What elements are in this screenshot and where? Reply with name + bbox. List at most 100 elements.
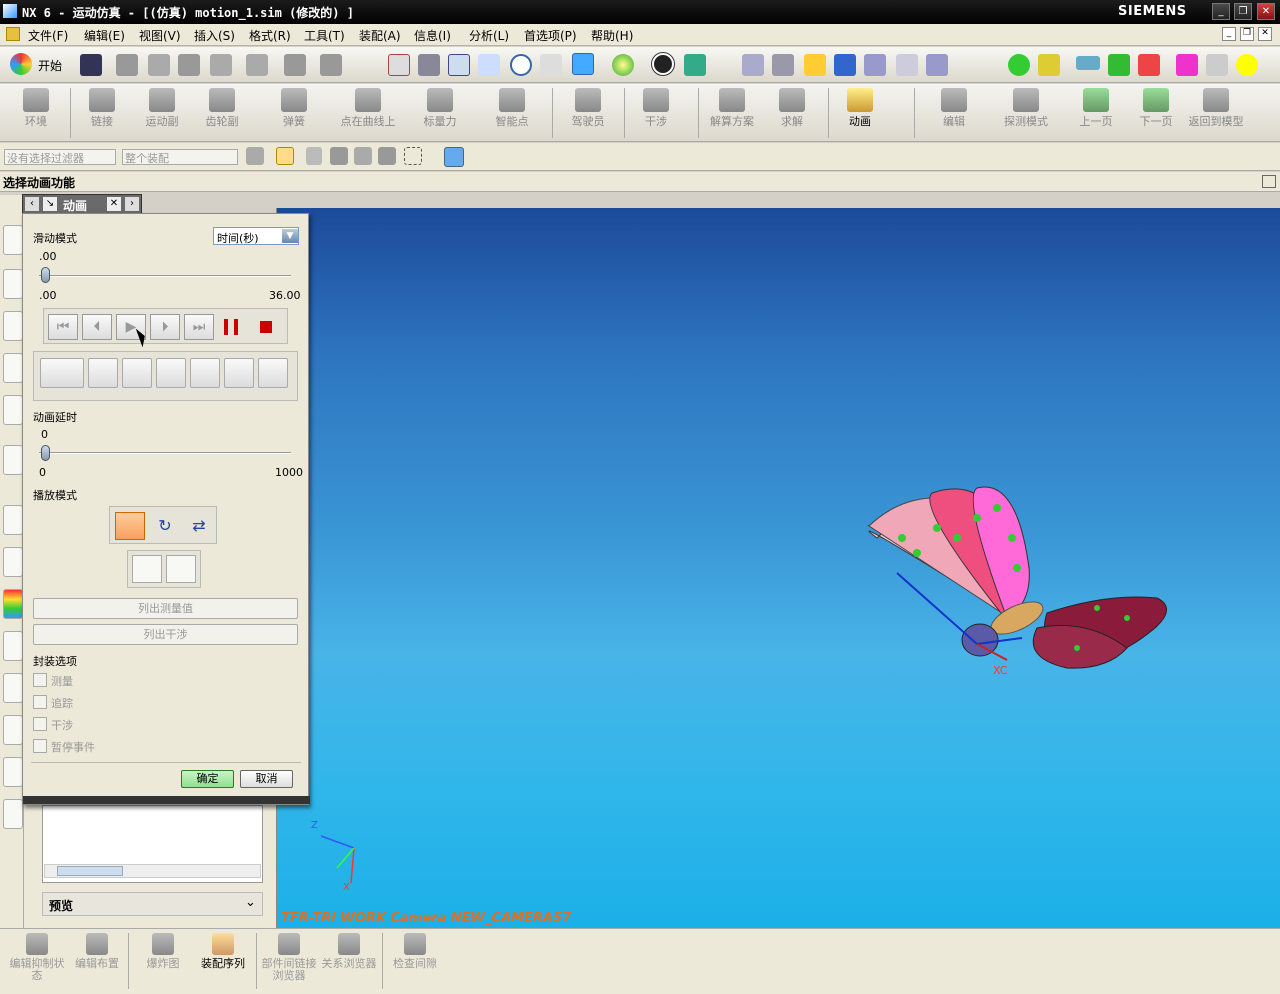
snap-direction-icon[interactable] [834, 54, 856, 76]
tool-scalar-force[interactable]: 标量力 [408, 86, 472, 140]
type-filter-combo[interactable]: 没有选择过滤器 [4, 149, 116, 165]
undo-icon[interactable] [246, 54, 268, 76]
view-orientation-icon[interactable] [652, 53, 674, 75]
menu-file[interactable]: 文件(F) [28, 27, 68, 44]
magenta-part-icon[interactable] [1176, 54, 1198, 76]
menu-tools[interactable]: 工具(T) [304, 27, 345, 44]
tool-previous-page[interactable]: 上一页 [1064, 86, 1128, 140]
trace-checkbox[interactable] [33, 695, 47, 709]
touch-mode-icon[interactable] [320, 54, 342, 76]
snap-toggle-icon[interactable] [276, 147, 294, 165]
trace-body-icon[interactable] [156, 358, 186, 388]
select-arrow-icon[interactable] [896, 54, 918, 76]
menu-edit[interactable]: 编辑(E) [84, 27, 125, 44]
body-rule-icon[interactable] [354, 147, 372, 165]
menu-help[interactable]: 帮助(H) [591, 27, 633, 44]
explode-icon[interactable] [122, 358, 152, 388]
wcs-icon[interactable] [742, 54, 764, 76]
tab-close-icon[interactable]: ✕ [107, 197, 121, 211]
maximize-button[interactable]: ❐ [1234, 3, 1252, 20]
tab-prev-icon[interactable]: ‹ [25, 197, 39, 211]
tool-solve[interactable]: 求解 [760, 86, 824, 140]
shaded-view-icon[interactable] [572, 53, 594, 75]
menu-analysis[interactable]: 分析(L) [469, 27, 509, 44]
zoom-icon[interactable] [448, 54, 470, 76]
layer-icon[interactable] [684, 54, 706, 76]
resource-tab-14[interactable] [3, 799, 23, 829]
first-frame-icon[interactable]: ⏮ [48, 314, 78, 340]
tool-smart-point[interactable]: 智能点 [480, 86, 544, 140]
multi-select-icon[interactable] [926, 54, 948, 76]
zoom-window-icon[interactable] [418, 54, 440, 76]
rotate-icon[interactable] [510, 54, 532, 76]
tool-probe-mode[interactable]: 探测模式 [994, 86, 1058, 140]
tool-animation[interactable]: 动画 [828, 86, 892, 140]
green-hex-icon[interactable] [1008, 54, 1030, 76]
list-interference-button[interactable]: 列出干涉 [33, 624, 298, 645]
fit-icon[interactable] [388, 54, 410, 76]
cut-icon[interactable] [116, 54, 138, 76]
tool-solution[interactable]: 解算方案 [700, 86, 764, 140]
feature-rule-icon[interactable] [378, 147, 396, 165]
status-icon[interactable] [1262, 175, 1276, 188]
time-slider-thumb[interactable] [41, 267, 50, 283]
resource-tab-6[interactable] [3, 445, 23, 475]
last-frame-icon[interactable]: ⏭ [184, 314, 214, 340]
delete-icon[interactable] [210, 54, 232, 76]
background-icon[interactable] [612, 54, 634, 76]
home-icon[interactable] [258, 358, 288, 388]
resource-tab-5[interactable] [3, 395, 23, 425]
tool-edit[interactable]: 编辑 [922, 86, 986, 140]
gear-settings-icon[interactable] [224, 358, 254, 388]
tool-wave-browser[interactable]: 部件间链接浏览器 [258, 933, 320, 982]
app-menu-icon[interactable] [6, 27, 20, 41]
rectangle-select-icon[interactable] [404, 147, 422, 165]
play-once-icon[interactable] [115, 512, 145, 540]
step-forward-icon[interactable]: ⏵ [150, 314, 180, 340]
tool-spring[interactable]: 弹簧 [262, 86, 326, 140]
doc-close-button[interactable]: ✕ [1258, 27, 1272, 41]
menu-preferences[interactable]: 首选项(P) [524, 27, 577, 44]
resource-tab-1[interactable] [3, 225, 23, 255]
select-icon[interactable] [864, 54, 886, 76]
red-part-icon[interactable] [1138, 54, 1160, 76]
step-back-icon[interactable]: ⏴ [82, 314, 112, 340]
menu-info[interactable]: 信息(I) [414, 27, 451, 44]
resource-tab-7[interactable] [3, 505, 23, 535]
chevron-down-icon[interactable]: ⌄ [245, 895, 256, 910]
resource-tab-8[interactable] [3, 547, 23, 577]
list-measure-button[interactable]: 列出测量值 [33, 598, 298, 619]
snap-point-icon[interactable] [804, 54, 826, 76]
tool-driver[interactable]: 驾驶员 [556, 86, 620, 140]
repeat-command-icon[interactable] [284, 54, 306, 76]
pan-icon[interactable] [540, 54, 562, 76]
yellow-tool-icon[interactable] [1038, 54, 1060, 76]
tool-environment[interactable]: 环境 [4, 86, 68, 140]
graphics-viewport[interactable]: Z X XC TFR-TRI WORK Camera NEW_CAMERA57 [276, 208, 1280, 928]
selection-scope-combo[interactable]: 整个装配 [122, 149, 238, 165]
ping-pong-icon[interactable]: ⇄ [184, 512, 214, 540]
loop-icon[interactable]: ↻ [150, 512, 180, 540]
tool-edit-arrangement[interactable]: 编辑布置 [66, 933, 128, 970]
curve-rule-icon[interactable] [306, 147, 322, 165]
yellow-circle-icon[interactable] [1236, 54, 1258, 76]
dialog-tab-title[interactable]: 动画 [63, 197, 87, 214]
tool-joint[interactable]: 运动副 [130, 86, 194, 140]
resource-tab-13[interactable] [3, 757, 23, 787]
slide-mode-select[interactable]: 时间(秒) ▼ [213, 227, 299, 245]
measure-checkbox[interactable] [33, 673, 47, 687]
horizontal-scrollbar[interactable] [44, 864, 261, 878]
grey-part-icon[interactable] [1206, 54, 1228, 76]
pause-icon[interactable] [224, 319, 238, 335]
face-rule-icon[interactable] [330, 147, 348, 165]
resource-tab-12[interactable] [3, 715, 23, 745]
ok-button[interactable]: 确定 [181, 770, 234, 788]
doc-minimize-button[interactable]: _ [1222, 27, 1236, 41]
palette-icon[interactable] [3, 589, 23, 619]
sequence-step-icon[interactable] [132, 555, 162, 583]
tool-point-on-curve[interactable]: 点在曲线上 [336, 86, 400, 140]
selection-icon[interactable] [246, 147, 264, 165]
tool-relation-browser[interactable]: 关系浏览器 [318, 933, 380, 970]
resource-tab-3[interactable] [3, 311, 23, 341]
cube-icon[interactable] [444, 147, 464, 167]
